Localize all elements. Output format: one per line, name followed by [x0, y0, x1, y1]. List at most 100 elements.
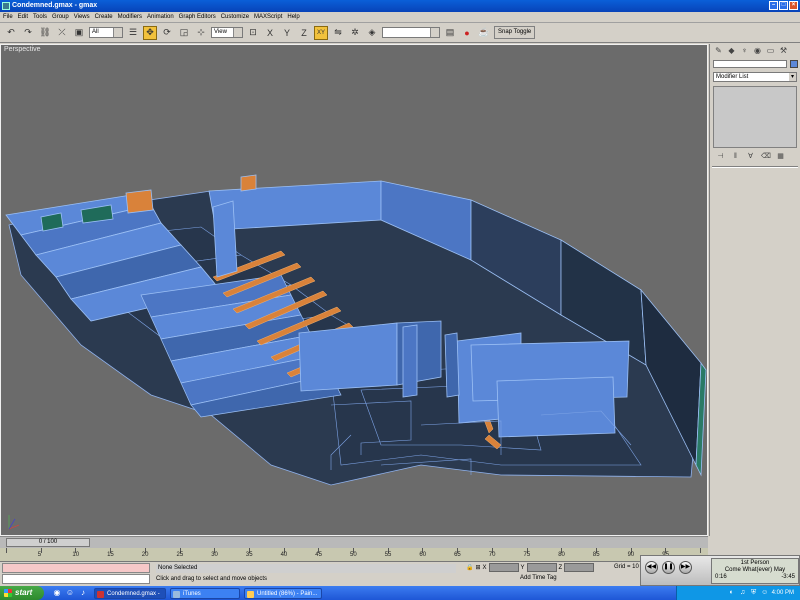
select-and-move-icon[interactable]: ✥ [143, 25, 157, 40]
timeline-tick-label: 75 [523, 552, 531, 558]
align-icon[interactable]: ✲ [348, 26, 362, 40]
modify-tab-icon[interactable]: ◆ [726, 46, 737, 56]
gmax-app: Condemned.gmax - gmax – □ × File Edit To… [0, 0, 800, 600]
menu-graph-editors[interactable]: Graph Editors [179, 14, 216, 20]
restrict-y-icon[interactable]: Y [280, 26, 294, 40]
task-paint[interactable]: Untitled (86%) - Pain... [244, 587, 322, 599]
task-itunes[interactable]: iTunes [170, 587, 240, 599]
mirror-icon[interactable]: ⇋ [331, 26, 345, 40]
menu-help[interactable]: Help [287, 14, 299, 20]
pause-icon[interactable]: ❚❚ [662, 561, 675, 574]
start-button[interactable]: start [0, 586, 44, 600]
perspective-viewport[interactable]: Perspective [0, 44, 708, 536]
previous-track-icon[interactable]: ◀◀ [645, 561, 658, 574]
pivot-center-icon[interactable]: ⊡ [246, 26, 260, 40]
y-coordinate-field[interactable] [526, 563, 557, 572]
tray-volume-icon[interactable]: ♫ [739, 589, 747, 597]
grid-size: Grid = 10 [614, 564, 639, 570]
media-icon[interactable]: ♪ [78, 588, 88, 598]
itunes-mini-player: ◀◀ ❚❚ ▶▶ 1st Person Come What(ever) May … [640, 555, 800, 586]
firefox-icon[interactable]: ◉ [52, 588, 62, 598]
menu-group[interactable]: Group [52, 14, 69, 20]
timeline-tick-label: 70 [488, 552, 496, 558]
task-gmax[interactable]: Condemned.gmax - g... [94, 587, 166, 599]
layers-icon[interactable]: ▤ [443, 26, 457, 40]
itunes-display: 1st Person Come What(ever) May 0:16 -3:4… [711, 558, 799, 584]
minimize-button[interactable]: – [769, 1, 778, 10]
menu-edit[interactable]: Edit [18, 14, 28, 20]
selection-filter-select[interactable]: All [89, 27, 123, 38]
next-track-icon[interactable]: ▶▶ [679, 561, 692, 574]
named-selection-set-select[interactable] [382, 27, 440, 38]
selection-status: None Selected [156, 564, 456, 573]
timeline-tick-label: 65 [454, 552, 461, 558]
menu-modifiers[interactable]: Modifiers [118, 14, 142, 20]
track-title: Come What(ever) May [724, 567, 786, 573]
timeline-tick [6, 548, 7, 553]
title-bar[interactable]: Condemned.gmax - gmax – □ × [0, 0, 800, 12]
absolute-mode-icon[interactable]: ⊞ [475, 564, 480, 571]
material-editor-icon[interactable]: ◈ [365, 26, 379, 40]
motion-tab-icon[interactable]: ◉ [752, 46, 763, 56]
menu-customize[interactable]: Customize [221, 14, 249, 20]
select-and-link-icon[interactable]: ⛓ [38, 26, 52, 40]
remove-modifier-icon[interactable]: ⌫ [761, 152, 771, 161]
pin-stack-icon[interactable]: ⊣ [716, 152, 725, 161]
utilities-tab-icon[interactable]: ⚒ [778, 46, 789, 56]
modifier-list-select[interactable]: Modifier List [713, 72, 797, 82]
timeline-tick-label: 85 [592, 552, 600, 558]
unlink-icon[interactable]: ⤫ [55, 26, 69, 40]
tray-network-icon[interactable]: ◐ [728, 589, 736, 597]
manipulate-icon[interactable]: ⊹ [194, 26, 208, 40]
select-and-rotate-icon[interactable]: ⟳ [160, 26, 174, 40]
viewport-label[interactable]: Perspective [4, 46, 41, 53]
snap-toggle-button[interactable]: Snap Toggle [494, 26, 536, 39]
menu-maxscript[interactable]: MAXScript [254, 14, 282, 20]
configure-sets-icon[interactable]: ▦ [776, 152, 785, 161]
reference-coordinate-select[interactable]: View [211, 27, 243, 38]
restrict-x-icon[interactable]: X [263, 26, 277, 40]
menu-tools[interactable]: Tools [33, 14, 47, 20]
timeline-tick-label: 5 [37, 552, 42, 558]
timeline-tick-label: 90 [627, 552, 635, 558]
make-unique-icon[interactable]: ∀ [746, 152, 755, 161]
tray-security-icon[interactable]: ⛨ [750, 589, 758, 597]
undo-icon[interactable]: ↶ [4, 26, 18, 40]
select-and-scale-icon[interactable]: ◲ [177, 26, 191, 40]
maximize-button[interactable]: □ [779, 1, 788, 10]
timeline-tick-label: 20 [141, 552, 149, 558]
redo-icon[interactable]: ↷ [21, 26, 35, 40]
restrict-xy-icon[interactable]: XY [314, 25, 328, 40]
display-tab-icon[interactable]: ▭ [765, 46, 776, 56]
axis-tripod [8, 515, 20, 530]
object-color-swatch[interactable] [790, 60, 798, 68]
quick-render-icon[interactable]: ☕ [477, 26, 491, 40]
restrict-z-icon[interactable]: Z [297, 26, 311, 40]
menu-animation[interactable]: Animation [147, 14, 174, 20]
maxscript-listener-mini[interactable] [2, 563, 150, 573]
show-end-result-icon[interactable]: ‖ [731, 152, 740, 161]
object-name-field[interactable] [713, 60, 787, 68]
add-time-tag-button[interactable]: Add Time Tag [520, 575, 557, 581]
tray-messenger-icon[interactable]: ☺ [761, 589, 769, 597]
select-object-icon[interactable]: ▣ [72, 26, 86, 40]
clock: 4:00 PM [771, 590, 794, 596]
maxscript-input-mini[interactable] [2, 574, 150, 584]
select-by-name-icon[interactable]: ☰ [126, 26, 140, 40]
menu-create[interactable]: Create [95, 14, 113, 20]
close-button[interactable]: × [789, 1, 798, 10]
render-icon[interactable]: ● [460, 26, 474, 40]
menu-file[interactable]: File [3, 14, 13, 20]
track-bar[interactable]: 5101520253035404550556065707580859095 [0, 548, 708, 562]
modifier-stack[interactable] [713, 86, 797, 148]
menu-bar: File Edit Tools Group Views Create Modif… [0, 12, 800, 23]
menu-views[interactable]: Views [74, 14, 90, 20]
hierarchy-tab-icon[interactable]: ♆ [739, 46, 750, 56]
z-coordinate-field[interactable] [564, 563, 595, 572]
messenger-icon[interactable]: ☺ [65, 588, 75, 598]
time-slider[interactable]: 0 / 100 [6, 538, 90, 547]
lock-selection-icon[interactable]: 🔒 [466, 564, 473, 571]
create-tab-icon[interactable]: ✎ [713, 46, 724, 56]
x-coordinate-field[interactable] [488, 563, 519, 572]
task-gmax-label: Condemned.gmax - g... [107, 590, 160, 597]
